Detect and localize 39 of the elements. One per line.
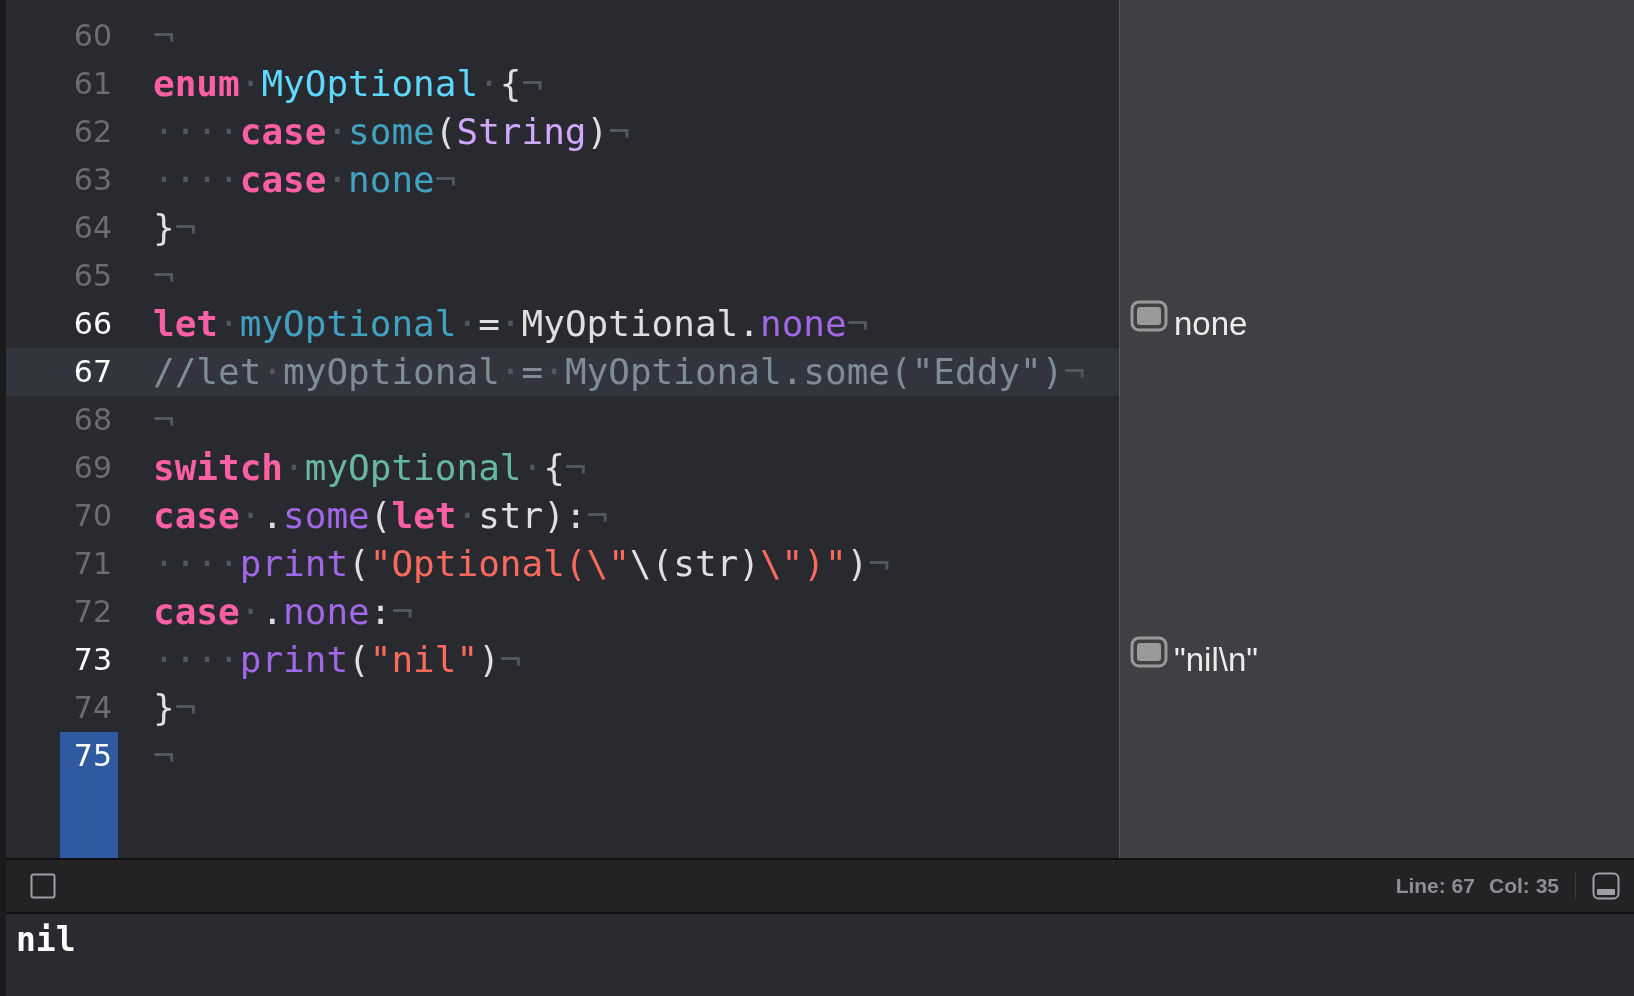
code-line: enum·MyOptional·{¬ (153, 62, 545, 106)
quick-look-icon[interactable] (1130, 636, 1168, 668)
code-line: }¬ (153, 686, 198, 730)
line-number: 73 (72, 641, 113, 679)
code-line: ····case·none¬ (153, 158, 458, 202)
code-line: let·myOptional·=·MyOptional.none¬ (153, 302, 870, 346)
code-line: ¬ (153, 14, 176, 58)
checkbox-icon[interactable] (30, 873, 56, 899)
line-number: 63 (72, 161, 113, 199)
code-line: ¬ (153, 398, 176, 442)
code-line: ····case·some(String)¬ (153, 110, 631, 154)
code-line: ····print("Optional(\"\(str)\")")¬ (153, 542, 891, 586)
result-value: "nil\n" (1174, 640, 1258, 680)
code-line: ¬ (153, 734, 176, 778)
line-number: 69 (72, 449, 113, 487)
line-number: 64 (72, 209, 113, 247)
code-line: ····print("nil")¬ (153, 638, 523, 682)
line-number: 74 (72, 689, 113, 727)
line-number: 72 (72, 593, 113, 631)
quick-look-icon[interactable] (1130, 300, 1168, 332)
result-value: none (1174, 304, 1248, 344)
console-output: nil (16, 920, 76, 959)
code-line: switch·myOptional·{¬ (153, 446, 588, 490)
panel-toggle-icon[interactable] (1592, 872, 1620, 900)
line-number: 70 (72, 497, 113, 535)
code-line: }¬ (153, 206, 198, 250)
line-number: 68 (72, 401, 113, 439)
line-number: 71 (72, 545, 113, 583)
code-line: case·.some(let·str):¬ (153, 494, 610, 538)
line-number[interactable]: 75 (60, 732, 118, 858)
column-indicator: Col: 35 (1489, 874, 1559, 898)
line-number: 60 (72, 17, 113, 55)
code-line: case·.none:¬ (153, 590, 415, 634)
line-number: 66 (72, 305, 113, 343)
line-number: 61 (72, 65, 113, 103)
code-line: ¬ (153, 254, 176, 298)
line-indicator: Line: 67 (1395, 874, 1475, 898)
line-number: 62 (72, 113, 113, 151)
line-number: 65 (72, 257, 113, 295)
